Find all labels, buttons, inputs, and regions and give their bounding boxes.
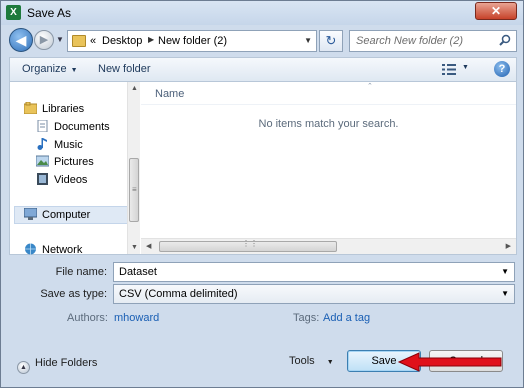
music-icon [37, 138, 47, 150]
close-button[interactable]: ✕ [475, 2, 517, 20]
nav-item-network[interactable]: Network [24, 243, 82, 256]
nav-item-pictures[interactable]: Pictures [36, 155, 94, 168]
tools-button[interactable]: Tools ▼ [289, 355, 334, 367]
nav-item-documents[interactable]: Documents [36, 120, 110, 133]
browser-area: Libraries Documents Music Pictures Video… [9, 81, 517, 256]
pictures-icon [36, 155, 49, 167]
file-name-field[interactable]: Dataset ▼ [113, 262, 515, 282]
nav-item-libraries[interactable]: Libraries [24, 102, 84, 115]
hide-folders-label: Hide Folders [35, 357, 98, 369]
save-as-type-value: CSV (Comma delimited) [119, 288, 238, 300]
nav-label-pictures: Pictures [54, 156, 94, 168]
scroll-up-icon[interactable]: ▲ [131, 85, 138, 92]
organize-label: Organize [22, 63, 67, 75]
scroll-down-icon[interactable]: ▼ [131, 244, 138, 251]
excel-icon: X [6, 5, 21, 20]
recent-pages-chevron-icon[interactable]: ▼ [56, 35, 64, 44]
new-folder-button[interactable]: New folder [98, 63, 151, 75]
scrollbar-thumb[interactable]: ≡ [129, 158, 139, 222]
help-icon[interactable]: ? [494, 61, 510, 77]
tags-label: Tags: [293, 312, 320, 324]
navigation-pane: Libraries Documents Music Pictures Video… [10, 82, 140, 256]
computer-icon [24, 208, 37, 220]
chevron-down-icon: ▼ [501, 289, 509, 298]
address-dropdown-icon[interactable]: ▼ [304, 36, 312, 45]
breadcrumb-desktop[interactable]: Desktop [102, 35, 142, 47]
breadcrumb-overflow[interactable]: « [90, 35, 96, 47]
nav-label-computer: Computer [42, 209, 91, 221]
nav-label-network: Network [42, 244, 83, 256]
nav-item-videos[interactable]: Videos [36, 173, 87, 186]
chevron-up-icon: ▲ [17, 361, 30, 374]
view-options-chevron-icon[interactable]: ▼ [462, 64, 469, 71]
folder-icon [72, 35, 86, 47]
search-placeholder: Search New folder (2) [356, 35, 463, 47]
file-list-scrollbar[interactable]: ◀ ⋮⋮ ▶ [141, 238, 516, 254]
header-divider [141, 104, 516, 105]
authors-label: Authors: [67, 312, 108, 324]
title-bar: X Save As ✕ [1, 1, 523, 25]
authors-value[interactable]: mhoward [114, 312, 159, 324]
horizontal-scroll-thumb[interactable]: ⋮⋮ [159, 239, 337, 252]
empty-message: No items match your search. [258, 118, 399, 130]
organize-button[interactable]: Organize ▼ [22, 63, 78, 75]
videos-icon [37, 173, 48, 185]
command-bar: Organize ▼ New folder ▼ ? [9, 57, 517, 81]
forward-button[interactable]: ▶ [34, 30, 54, 50]
nav-item-computer[interactable]: Computer [24, 208, 90, 221]
nav-item-music[interactable]: Music [36, 138, 83, 151]
save-as-type-label: Save as type: [40, 288, 107, 300]
nav-label-documents: Documents [54, 121, 110, 133]
nav-label-music: Music [54, 139, 83, 151]
search-input[interactable]: Search New folder (2) [349, 30, 517, 52]
documents-icon [37, 120, 48, 132]
sort-up-icon: ⌃ [367, 83, 373, 90]
file-name-label: File name: [55, 266, 107, 278]
address-row: ◀ ▶ ▼ « Desktop ▶ New folder (2) ▼ ↻ Sea… [1, 25, 523, 57]
scroll-right-icon[interactable]: ▶ [506, 242, 511, 250]
libraries-icon [24, 102, 37, 114]
change-view-icon[interactable] [442, 64, 456, 75]
file-name-value: Dataset [119, 266, 157, 278]
refresh-button[interactable]: ↻ [319, 30, 343, 52]
chevron-down-icon: ▼ [326, 359, 334, 366]
annotation-arrow-icon [397, 352, 502, 372]
grip-icon: ⋮⋮ [242, 239, 258, 248]
back-button[interactable]: ◀ [9, 28, 33, 52]
nav-label-libraries: Libraries [42, 103, 85, 115]
chevron-down-icon: ▼ [70, 67, 78, 74]
add-tag-link[interactable]: Add a tag [323, 312, 370, 324]
file-list[interactable]: ⌃ Name No items match your search. ◀ ⋮⋮ … [141, 82, 516, 254]
nav-pane-scrollbar[interactable]: ▲ ≡ ▼ [127, 82, 140, 254]
dialog-footer: ▲Hide Folders Tools▼ Cancel Save [1, 341, 523, 387]
save-as-type-select[interactable]: CSV (Comma delimited) ▼ [113, 284, 515, 304]
chevron-down-icon[interactable]: ▼ [501, 267, 509, 276]
window-title: Save As [27, 6, 72, 20]
network-icon [25, 243, 36, 255]
search-icon [499, 34, 511, 46]
breadcrumb-new-folder[interactable]: New folder (2) [158, 35, 227, 47]
grip-icon: ≡ [132, 185, 137, 194]
scroll-left-icon[interactable]: ◀ [146, 242, 151, 250]
hide-folders-button[interactable]: ▲ Hide Folders [17, 357, 97, 374]
tools-label: Tools [289, 355, 315, 367]
save-as-dialog: X Save As ✕ ◀ ▶ ▼ « Desktop ▶ New folder… [0, 0, 524, 388]
breadcrumb-separator-icon[interactable]: ▶ [148, 35, 154, 44]
column-header-name[interactable]: Name [155, 88, 184, 100]
address-bar[interactable]: « Desktop ▶ New folder (2) ▼ [67, 30, 317, 52]
nav-label-videos: Videos [54, 174, 88, 186]
